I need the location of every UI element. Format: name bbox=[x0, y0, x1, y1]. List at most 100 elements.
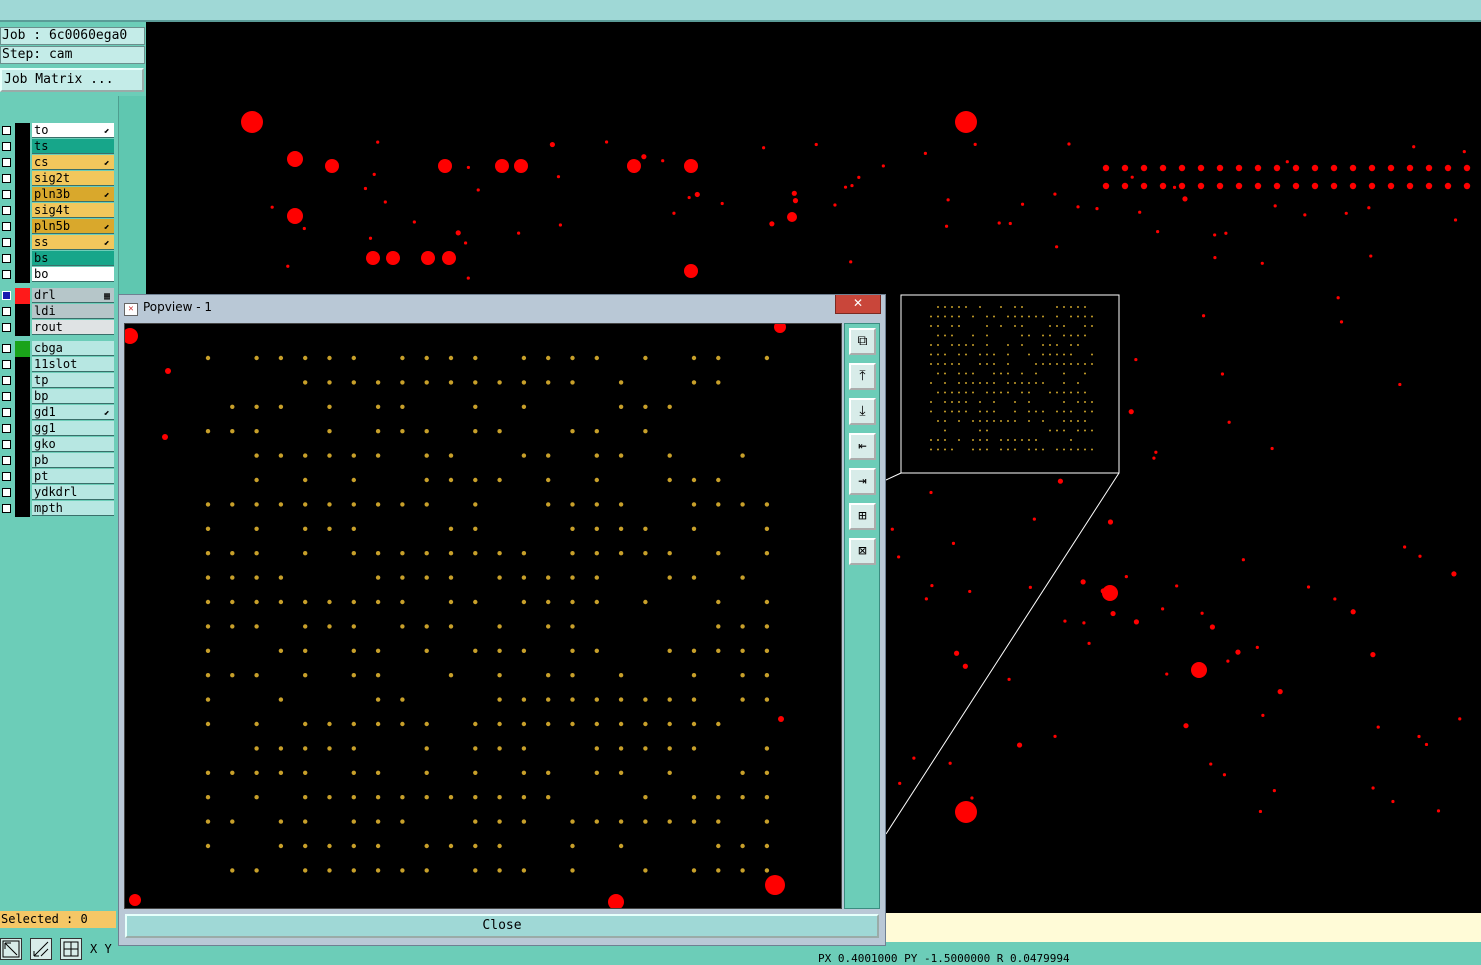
layer-name[interactable]: ss ⬋ bbox=[32, 235, 114, 250]
layer-row-11slot[interactable]: 11slot bbox=[0, 357, 116, 373]
layer-checkbox[interactable] bbox=[2, 206, 11, 215]
layer-row-sig4t[interactable]: sig4t bbox=[0, 203, 116, 219]
layer-row-ss[interactable]: ss ⬋ bbox=[0, 235, 116, 251]
layer-color-swatch[interactable] bbox=[15, 405, 30, 421]
layer-color-swatch[interactable] bbox=[15, 389, 30, 405]
layer-color-swatch[interactable] bbox=[15, 123, 30, 139]
layer-checkbox[interactable] bbox=[2, 238, 11, 247]
layer-color-swatch[interactable] bbox=[15, 267, 30, 283]
layer-row-cbga[interactable]: cbga bbox=[0, 341, 116, 357]
layer-row-to[interactable]: to ⬋ bbox=[0, 123, 116, 139]
layer-checkbox[interactable] bbox=[2, 456, 11, 465]
layer-name[interactable]: cbga bbox=[32, 341, 114, 356]
layer-checkbox[interactable] bbox=[2, 142, 11, 151]
layer-color-swatch[interactable] bbox=[15, 485, 30, 501]
layer-row-drl[interactable]: drl ▦ bbox=[0, 288, 116, 304]
layer-color-swatch[interactable] bbox=[15, 251, 30, 267]
layer-name[interactable]: ydkdrl bbox=[32, 485, 114, 500]
layer-color-swatch[interactable] bbox=[15, 453, 30, 469]
layer-checkbox[interactable] bbox=[2, 504, 11, 513]
layer-name[interactable]: to ⬋ bbox=[32, 123, 114, 138]
layer-color-swatch[interactable] bbox=[15, 171, 30, 187]
layer-color-swatch[interactable] bbox=[15, 203, 30, 219]
layer-row-pln3b[interactable]: pln3b ⬋ bbox=[0, 187, 116, 203]
layer-row-gd1[interactable]: gd1 ⬋ bbox=[0, 405, 116, 421]
layer-row-pln5b[interactable]: pln5b ⬋ bbox=[0, 219, 116, 235]
layer-checkbox[interactable] bbox=[2, 376, 11, 385]
layer-checkbox[interactable] bbox=[2, 126, 11, 135]
layer-row-mpth[interactable]: mpth bbox=[0, 501, 116, 517]
layer-color-swatch[interactable] bbox=[15, 155, 30, 171]
layer-color-swatch[interactable] bbox=[15, 357, 30, 373]
layer-row-rout[interactable]: rout bbox=[0, 320, 116, 336]
layer-name[interactable]: pln5b ⬋ bbox=[32, 219, 114, 234]
layer-name[interactable]: ldi bbox=[32, 304, 114, 319]
layer-checkbox[interactable] bbox=[2, 190, 11, 199]
layer-checkbox[interactable] bbox=[2, 440, 11, 449]
layer-checkbox[interactable] bbox=[2, 291, 11, 300]
zoom-in-icon[interactable]: ⊞ bbox=[849, 503, 876, 530]
layer-row-gg1[interactable]: gg1 bbox=[0, 421, 116, 437]
layer-name[interactable]: bp bbox=[32, 389, 114, 404]
layer-row-cs[interactable]: cs ⬋ bbox=[0, 155, 116, 171]
layer-checkbox[interactable] bbox=[2, 488, 11, 497]
layer-name[interactable]: 11slot bbox=[32, 357, 114, 372]
layer-row-gko[interactable]: gko bbox=[0, 437, 116, 453]
layer-name[interactable]: cs ⬋ bbox=[32, 155, 114, 170]
layer-row-ydkdrl[interactable]: ydkdrl bbox=[0, 485, 116, 501]
layer-name[interactable]: sig4t bbox=[32, 203, 114, 218]
layer-color-swatch[interactable] bbox=[15, 437, 30, 453]
layer-name[interactable]: gd1 ⬋ bbox=[32, 405, 114, 420]
arrow-up-icon[interactable]: ⤒ bbox=[849, 363, 876, 390]
layer-row-bo[interactable]: bo bbox=[0, 267, 116, 283]
measure-tool-icon[interactable] bbox=[30, 938, 52, 960]
layer-row-pb[interactable]: pb bbox=[0, 453, 116, 469]
layer-name[interactable]: ts bbox=[32, 139, 114, 154]
arrow-left-icon[interactable]: ⇤ bbox=[849, 433, 876, 460]
layer-name[interactable]: pln3b ⬋ bbox=[32, 187, 114, 202]
job-matrix-button[interactable]: Job Matrix ... bbox=[0, 68, 144, 92]
layer-name[interactable]: mpth bbox=[32, 501, 114, 516]
layer-color-swatch[interactable] bbox=[15, 235, 30, 251]
layer-name[interactable]: pb bbox=[32, 453, 114, 468]
arrow-down-icon[interactable]: ⤓ bbox=[849, 398, 876, 425]
layer-color-swatch[interactable] bbox=[15, 469, 30, 485]
layer-color-swatch[interactable] bbox=[15, 187, 30, 203]
layer-color-swatch[interactable] bbox=[15, 139, 30, 155]
layer-checkbox[interactable] bbox=[2, 408, 11, 417]
layer-color-swatch[interactable] bbox=[15, 373, 30, 389]
layer-name[interactable]: tp bbox=[32, 373, 114, 388]
zoom-fit-icon[interactable]: ⧉ bbox=[849, 328, 876, 355]
layer-checkbox[interactable] bbox=[2, 360, 11, 369]
layer-row-bs[interactable]: bs bbox=[0, 251, 116, 267]
layer-color-swatch[interactable] bbox=[15, 219, 30, 235]
layer-color-swatch[interactable] bbox=[15, 421, 30, 437]
layer-checkbox[interactable] bbox=[2, 254, 11, 263]
layer-color-swatch[interactable] bbox=[15, 304, 30, 320]
grid-tool-icon[interactable] bbox=[60, 938, 82, 960]
zoom-out-icon[interactable]: ⊠ bbox=[849, 538, 876, 565]
layer-name[interactable]: drl ▦ bbox=[32, 288, 114, 303]
layer-checkbox[interactable] bbox=[2, 270, 11, 279]
layer-name[interactable]: sig2t bbox=[32, 171, 114, 186]
layer-checkbox[interactable] bbox=[2, 323, 11, 332]
popview-canvas[interactable] bbox=[124, 323, 842, 909]
layer-row-tp[interactable]: tp bbox=[0, 373, 116, 389]
layer-name[interactable]: gko bbox=[32, 437, 114, 452]
layer-color-swatch[interactable] bbox=[15, 501, 30, 517]
layer-checkbox[interactable] bbox=[2, 472, 11, 481]
layer-row-ts[interactable]: ts bbox=[0, 139, 116, 155]
layer-checkbox[interactable] bbox=[2, 424, 11, 433]
window-close-button[interactable]: ✕ bbox=[835, 295, 881, 314]
layer-row-bp[interactable]: bp bbox=[0, 389, 116, 405]
layer-name[interactable]: pt bbox=[32, 469, 114, 484]
select-tool-icon[interactable] bbox=[0, 938, 22, 960]
layer-name[interactable]: gg1 bbox=[32, 421, 114, 436]
layer-name[interactable]: bo bbox=[32, 267, 114, 282]
layer-checkbox[interactable] bbox=[2, 158, 11, 167]
layer-row-sig2t[interactable]: sig2t bbox=[0, 171, 116, 187]
layer-checkbox[interactable] bbox=[2, 174, 11, 183]
layer-checkbox[interactable] bbox=[2, 307, 11, 316]
layer-checkbox[interactable] bbox=[2, 222, 11, 231]
close-button[interactable]: Close bbox=[125, 914, 879, 938]
